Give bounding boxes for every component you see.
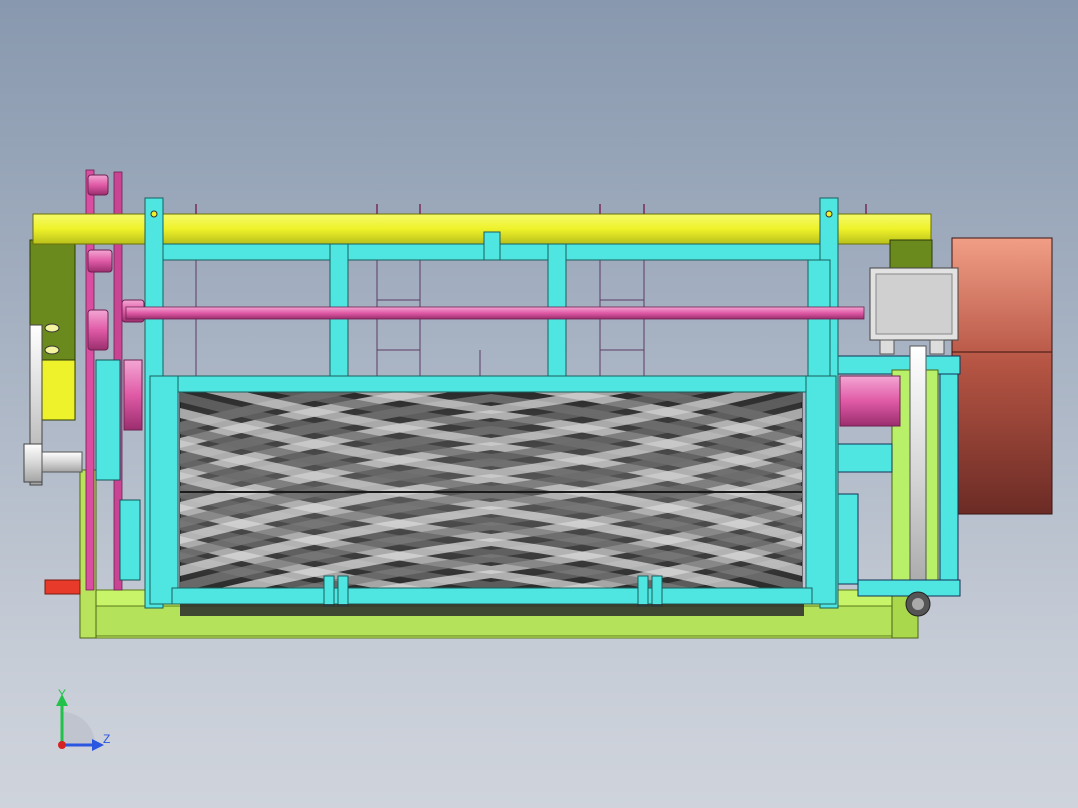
triad-z-label: Z xyxy=(103,732,110,746)
left-side-plate xyxy=(23,239,83,595)
assembly-drawing: Y Z xyxy=(23,169,1053,751)
coordinate-triad: Y Z xyxy=(56,687,110,751)
cad-viewport[interactable]: Y Z xyxy=(0,0,1078,808)
top-beam xyxy=(32,213,932,245)
drive-shaft xyxy=(125,306,865,320)
triad-y-label: Y xyxy=(58,687,66,701)
right-support xyxy=(819,345,961,617)
motor xyxy=(951,237,1053,515)
top-pins xyxy=(195,204,867,214)
gearbox xyxy=(869,267,959,355)
roller-shadow xyxy=(180,604,804,616)
right-side-plate xyxy=(889,239,933,271)
